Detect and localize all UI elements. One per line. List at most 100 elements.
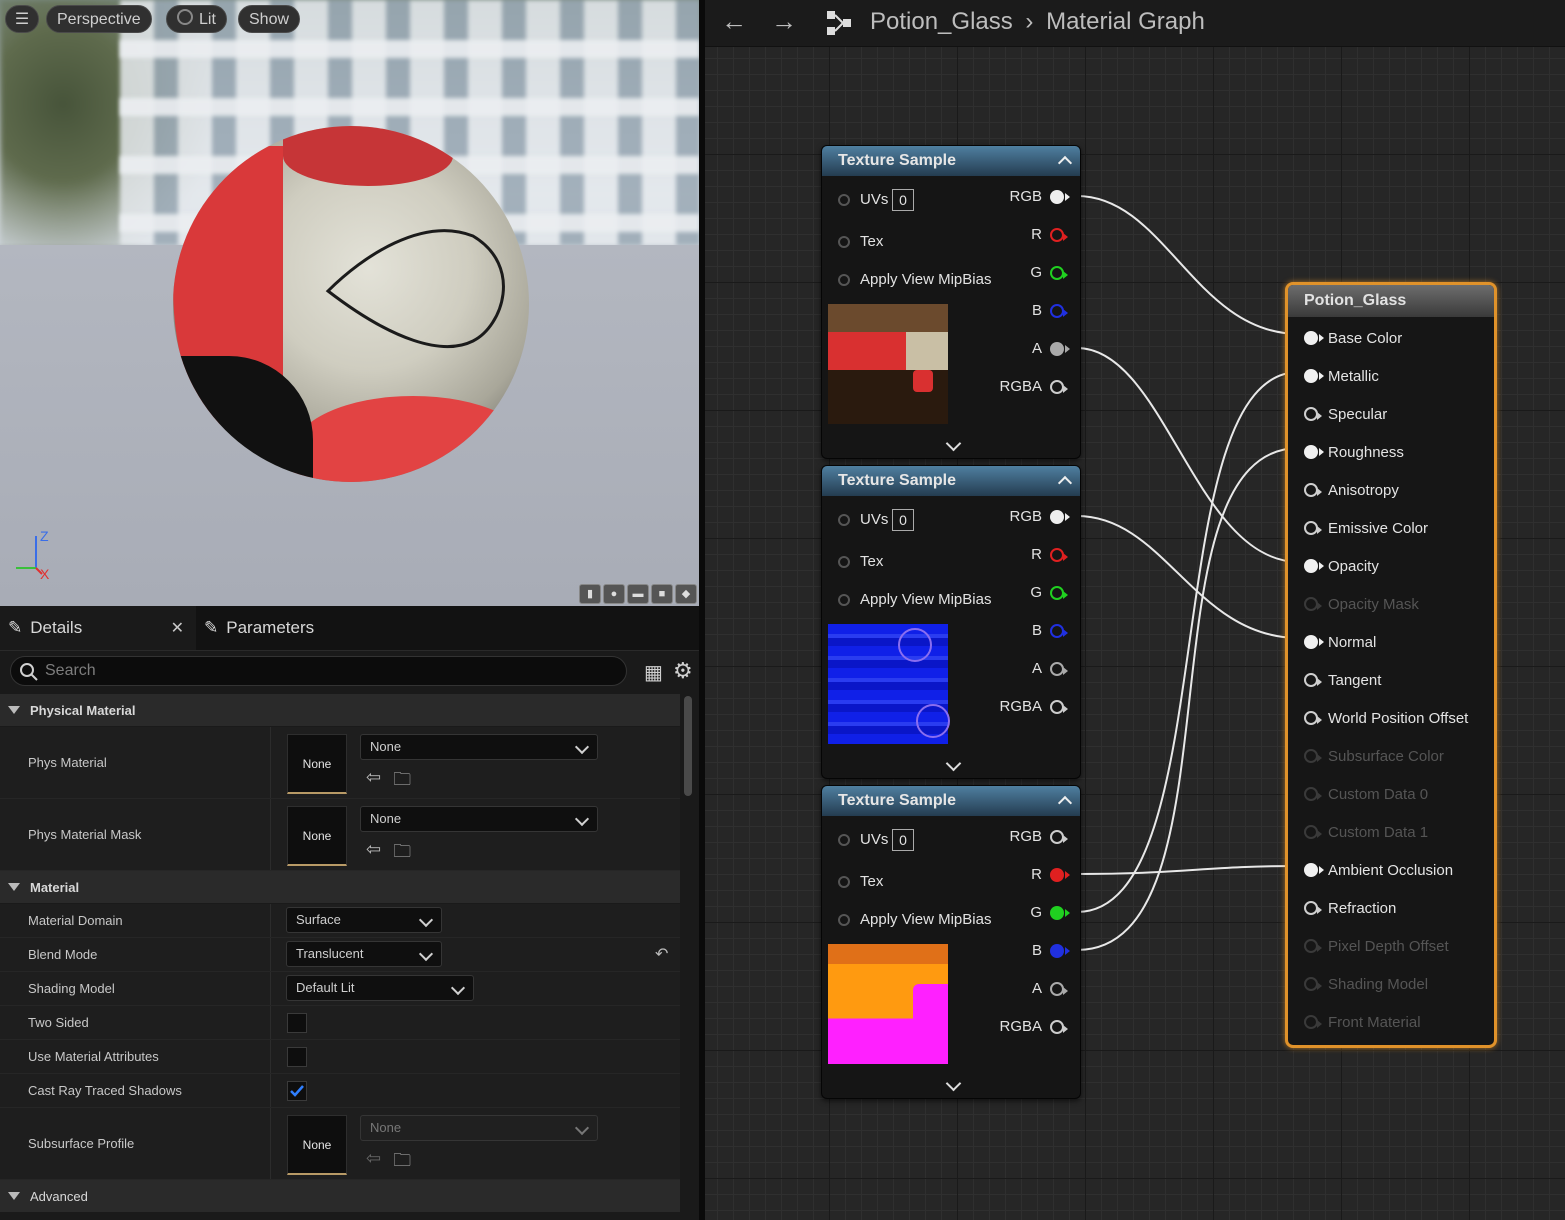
material-input-pin[interactable] [1304, 559, 1324, 573]
collapse-icon[interactable] [1057, 475, 1073, 491]
lit-button[interactable]: Lit [166, 5, 227, 33]
material-input-pin[interactable] [1304, 635, 1324, 649]
material-input-pin[interactable] [1304, 407, 1322, 421]
use-selected-icon[interactable]: ⇦ [366, 767, 381, 797]
out-a-pin[interactable] [1050, 982, 1068, 996]
tab-details[interactable]: ✎ Details ✕ [0, 606, 196, 650]
out-a-pin[interactable] [1050, 342, 1070, 356]
plane-icon[interactable]: ▬ [627, 584, 649, 604]
material-output-node[interactable]: Potion_Glass Base Color Metallic Specular R… [1285, 282, 1497, 1048]
asset-picker-combo[interactable]: None [360, 806, 598, 832]
material-input-pin[interactable] [1304, 521, 1322, 535]
gear-icon[interactable]: ⚙ [673, 658, 693, 684]
material-input-pin[interactable] [1304, 787, 1322, 801]
material-graph[interactable]: ← → Potion_Glass › Material Graph Textur… [699, 0, 1565, 1220]
two-sided-checkbox[interactable] [287, 1013, 307, 1033]
texture-sample-node[interactable]: Texture Sample UVs 0 Tex Apply View MipB… [821, 785, 1081, 1099]
blend-mode-combo[interactable]: Translucent [286, 941, 442, 967]
collapse-icon[interactable] [1057, 155, 1073, 171]
out-r-pin[interactable] [1050, 548, 1068, 562]
material-input-pin[interactable] [1304, 1015, 1322, 1029]
asset-thumbnail[interactable]: None [287, 806, 347, 866]
out-rgb-pin[interactable] [1050, 830, 1068, 844]
reset-to-default-icon[interactable]: ↶ [655, 944, 668, 964]
forward-arrow-icon[interactable]: → [771, 6, 797, 37]
cylinder-icon[interactable]: ▮ [579, 584, 601, 604]
material-input-pin[interactable] [1304, 749, 1322, 763]
material-input-pin[interactable] [1304, 331, 1324, 345]
chevron-down-icon[interactable] [945, 1075, 962, 1092]
section-material[interactable]: Material [0, 871, 680, 904]
mipbias-input-pin[interactable] [838, 914, 850, 926]
out-a-pin[interactable] [1050, 662, 1068, 676]
viewport-menu-button[interactable]: ☰ [5, 5, 39, 33]
tex-input-pin[interactable] [838, 236, 850, 248]
cast-ray-traced-shadows-checkbox[interactable] [287, 1081, 307, 1101]
uvs-input-pin[interactable] [838, 514, 850, 526]
use-material-attributes-checkbox[interactable] [287, 1047, 307, 1067]
out-g-pin[interactable] [1050, 266, 1068, 280]
material-input-pin[interactable] [1304, 863, 1324, 877]
asset-picker-combo[interactable]: None [360, 1115, 598, 1141]
out-rgb-pin[interactable] [1050, 190, 1070, 204]
tex-input-pin[interactable] [838, 876, 850, 888]
teapot-icon[interactable]: ◆ [675, 584, 697, 604]
uvs-value[interactable]: 0 [892, 509, 914, 531]
out-rgba-pin[interactable] [1050, 380, 1068, 394]
search-input[interactable]: Search [10, 656, 627, 686]
material-input-pin[interactable] [1304, 445, 1324, 459]
mipbias-input-pin[interactable] [838, 594, 850, 606]
out-b-pin[interactable] [1050, 304, 1068, 318]
viewport[interactable]: ☰ Perspective Lit Show Z X ▮ ● ▬ ■ ◆ [0, 0, 699, 606]
details-scrollbar[interactable] [684, 696, 692, 796]
out-rgba-pin[interactable] [1050, 1020, 1068, 1034]
uvs-value[interactable]: 0 [892, 829, 914, 851]
material-input-pin[interactable] [1304, 825, 1322, 839]
material-input-pin[interactable] [1304, 901, 1322, 915]
sphere-icon[interactable]: ● [603, 584, 625, 604]
cube-icon[interactable]: ■ [651, 584, 673, 604]
breadcrumb-page[interactable]: Material Graph [1046, 8, 1205, 35]
out-r-pin[interactable] [1050, 868, 1070, 882]
browse-folder-icon[interactable]: 🗀 [393, 767, 411, 797]
close-icon[interactable]: ✕ [171, 618, 184, 638]
table-view-icon[interactable]: ▦ [644, 660, 663, 685]
asset-thumbnail[interactable]: None [287, 1115, 347, 1175]
out-rgb-pin[interactable] [1050, 510, 1070, 524]
back-arrow-icon[interactable]: ← [721, 6, 747, 37]
tab-parameters[interactable]: ✎ Parameters [196, 606, 322, 650]
use-selected-icon[interactable]: ⇦ [366, 1148, 381, 1178]
chevron-down-icon[interactable] [945, 755, 962, 772]
out-b-pin[interactable] [1050, 944, 1070, 958]
section-advanced[interactable]: Advanced [0, 1180, 680, 1213]
material-input-pin[interactable] [1304, 977, 1322, 991]
asset-thumbnail[interactable]: None [287, 734, 347, 794]
material-input-pin[interactable] [1304, 711, 1322, 725]
breadcrumb-asset[interactable]: Potion_Glass [870, 8, 1013, 35]
chevron-down-icon[interactable] [945, 435, 962, 452]
material-input-pin[interactable] [1304, 597, 1322, 611]
material-input-pin[interactable] [1304, 939, 1322, 953]
browse-folder-icon[interactable]: 🗀 [393, 1148, 411, 1178]
perspective-button[interactable]: Perspective [46, 5, 152, 33]
show-button[interactable]: Show [238, 5, 301, 33]
out-b-pin[interactable] [1050, 624, 1068, 638]
out-rgba-pin[interactable] [1050, 700, 1068, 714]
uvs-input-pin[interactable] [838, 194, 850, 206]
uvs-value[interactable]: 0 [892, 189, 914, 211]
material-input-pin[interactable] [1304, 369, 1324, 383]
material-domain-combo[interactable]: Surface [286, 907, 442, 933]
asset-picker-combo[interactable]: None [360, 734, 598, 760]
out-g-pin[interactable] [1050, 906, 1070, 920]
uvs-input-pin[interactable] [838, 834, 850, 846]
section-physical-material[interactable]: Physical Material [0, 694, 680, 727]
shading-model-combo[interactable]: Default Lit [286, 975, 474, 1001]
texture-sample-node[interactable]: Texture Sample UVs 0 Tex Apply View MipB… [821, 145, 1081, 459]
collapse-icon[interactable] [1057, 795, 1073, 811]
mipbias-input-pin[interactable] [838, 274, 850, 286]
material-input-pin[interactable] [1304, 483, 1322, 497]
material-input-pin[interactable] [1304, 673, 1322, 687]
out-g-pin[interactable] [1050, 586, 1068, 600]
use-selected-icon[interactable]: ⇦ [366, 839, 381, 869]
browse-folder-icon[interactable]: 🗀 [393, 839, 411, 869]
